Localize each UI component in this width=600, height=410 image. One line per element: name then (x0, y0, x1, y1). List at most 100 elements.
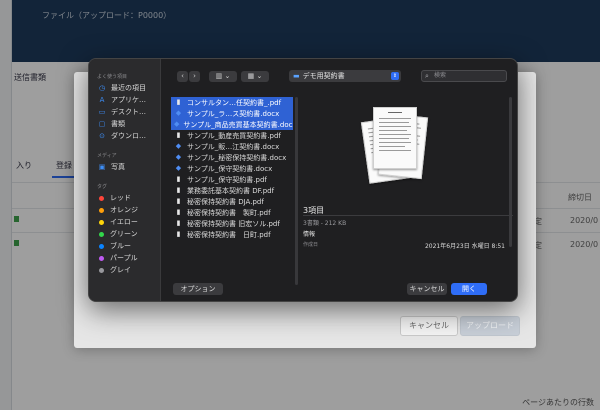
file-name: 秘密保持契約書 DJA.pdf (187, 197, 264, 206)
folder-icon: ▬ (293, 72, 300, 80)
pdf-document-icon: ▮ (176, 186, 181, 194)
back-button[interactable]: ‹ (177, 71, 188, 82)
search-input[interactable]: ⌕ 検索 (421, 70, 507, 82)
tag-dot-icon (99, 255, 104, 261)
file-name: 秘密保持契約書 旧宏ソル.pdf (187, 219, 280, 228)
sidebar-item-label: グリーン (110, 230, 138, 238)
sidebar-item-label: デスクト… (111, 108, 146, 116)
sidebar-item[interactable]: ▣ 写真 (89, 161, 160, 173)
download-icon: ⊙ (99, 132, 105, 140)
sidebar-item-label: 最近の項目 (111, 84, 146, 92)
file-name: サンプル_商品売買基本契約書.docx (183, 120, 293, 129)
created-value: 2021年6月23日 水曜日 8:51 (424, 243, 505, 250)
word-document-icon: ◆ (174, 120, 180, 128)
sidebar-item[interactable]: ◷ 最近の項目 (89, 82, 160, 94)
file-row[interactable]: ▮ サンプル_動産売買契約書.pdf (171, 130, 293, 141)
dialog-cancel-button[interactable]: キャンセル (407, 283, 447, 295)
sidebar-heading-favorites: よく使う項目 (97, 74, 128, 80)
group-mode-button[interactable]: ▦ ⌄ (241, 71, 269, 82)
sidebar-item-label: オレンジ (110, 206, 138, 214)
word-document-icon: ◆ (175, 153, 182, 161)
word-document-icon: ◆ (175, 164, 182, 172)
sidebar-item[interactable]: パープル (89, 252, 160, 264)
upload-cancel-button[interactable]: キャンセル (400, 316, 458, 336)
file-row[interactable]: ▮ 秘密保持契約書 日町.pdf (171, 229, 293, 240)
sidebar-item-label: ブルー (110, 242, 131, 250)
desktop-icon: ▭ (98, 108, 106, 116)
file-name: サンプル_ラ…ス契約書.docx (187, 109, 280, 118)
pdf-document-icon: ▮ (176, 197, 181, 205)
dialog-toolbar: ‹ › ▥ ⌄ ▦ ⌄ ▬ デモ用契約書 ⇕ ⌕ 検索 (161, 59, 517, 91)
preview-pane: 3項目 3書類 - 212 KB 情報 作成日 2021年6月23日 水曜日 8… (303, 97, 513, 287)
sidebar-item[interactable]: ブルー (89, 240, 160, 252)
doc-sheet (373, 107, 417, 169)
sidebar-item[interactable]: ⊙ ダウンロ… (89, 130, 160, 142)
tag-dot-icon (99, 207, 104, 213)
file-row[interactable]: ▮ サンプル_保守契約書.pdf (171, 174, 293, 185)
sidebar-item[interactable]: オレンジ (89, 204, 160, 216)
file-name: 業務委託基本契約書 DF.pdf (187, 186, 275, 195)
file-row[interactable]: ◆ サンプル_秘密保持契約書.docx (171, 152, 293, 163)
file-row[interactable]: ◆ サンプル_販…江契約書.docx (171, 141, 293, 152)
sidebar-item[interactable]: ▢ 書類 (89, 118, 160, 130)
sidebar-item[interactable]: グリーン (89, 228, 160, 240)
file-name: 秘密保持契約書 製町.pdf (187, 208, 271, 217)
pdf-document-icon: ▮ (176, 230, 181, 238)
sidebar-heading-media: メディア (97, 153, 117, 159)
sidebar-heading-tags: タグ (97, 184, 108, 190)
open-button[interactable]: 開く (451, 283, 487, 295)
file-row[interactable]: ◆ サンプル_商品売買基本契約書.docx (171, 119, 293, 130)
sidebar-item[interactable]: レッド (89, 192, 160, 204)
favorites-list: ◷ 最近の項目 A アプリケ… ▭ デスクト… ▢ 書類 ⊙ ダウンロ… (89, 82, 160, 142)
file-row[interactable]: ▮ 秘密保持契約書 製町.pdf (171, 207, 293, 218)
sidebar-item-label: 書類 (111, 120, 125, 128)
tag-dot-icon (99, 219, 104, 225)
pdf-document-icon: ▮ (176, 175, 181, 183)
file-row[interactable]: ▮ 業務委託基本契約書 DF.pdf (171, 185, 293, 196)
created-label: 作成日 (303, 242, 319, 248)
file-name: コンサルタン…任契約書_.pdf (187, 98, 282, 107)
word-document-icon: ◆ (175, 142, 182, 150)
pdf-document-icon: ▮ (176, 219, 181, 227)
tag-dot-icon (99, 231, 104, 237)
tags-list: レッドオレンジイエローグリーンブルーパープルグレイ (89, 192, 160, 276)
search-icon: ⌕ (425, 72, 429, 80)
dialog-sidebar: よく使う項目 ◷ 最近の項目 A アプリケ… ▭ デスクト… ▢ 書類 ⊙ ダウンロ… メディア … (89, 59, 161, 301)
sidebar-item-label: パープル (110, 254, 138, 262)
document-icon: ▢ (98, 120, 106, 128)
file-row[interactable]: ◆ サンプル_ラ…ス契約書.docx (171, 108, 293, 119)
file-row[interactable]: ◆ サンプル_保守契約書.docx (171, 163, 293, 174)
location-select[interactable]: ▬ デモ用契約書 ⇕ (289, 70, 401, 82)
sidebar-item[interactable]: イエロー (89, 216, 160, 228)
sidebar-item[interactable]: グレイ (89, 264, 160, 276)
options-button[interactable]: オプション (173, 283, 223, 295)
file-row[interactable]: ▮ 秘密保持契約書 DJA.pdf (171, 196, 293, 207)
preview-info-heading: 情報 (303, 231, 316, 238)
view-mode-button[interactable]: ▥ ⌄ (209, 71, 237, 82)
upload-button[interactable]: アップロード (460, 316, 520, 336)
tag-dot-icon (99, 267, 104, 273)
file-list: ▮ コンサルタン…任契約書_.pdf ◆ サンプル_ラ…ス契約書.docx ◆ サンプル_… (171, 97, 293, 283)
updown-arrows-icon: ⇕ (391, 72, 399, 80)
word-document-icon: ◆ (175, 109, 182, 117)
sidebar-item-label: アプリケ… (111, 96, 146, 104)
pdf-document-icon: ▮ (176, 208, 181, 216)
forward-button[interactable]: › (189, 71, 200, 82)
document-preview-icon (360, 105, 429, 191)
sidebar-item[interactable]: A アプリケ… (89, 94, 160, 106)
file-name: サンプル_保守契約書.docx (187, 164, 273, 173)
file-name: サンプル_販…江契約書.docx (187, 142, 280, 151)
file-open-dialog: よく使う項目 ◷ 最近の項目 A アプリケ… ▭ デスクト… ▢ 書類 ⊙ ダウンロ… メディア … (88, 58, 518, 302)
preview-scrollbar[interactable] (509, 97, 512, 247)
file-name: サンプル_保守契約書.pdf (187, 175, 267, 184)
search-placeholder: 検索 (434, 72, 447, 79)
sidebar-item-label: イエロー (110, 218, 138, 226)
divider (303, 215, 513, 216)
sidebar-item-label: ダウンロ… (111, 132, 146, 140)
file-list-scrollbar[interactable] (295, 97, 298, 285)
file-name: 秘密保持契約書 日町.pdf (187, 230, 271, 239)
pdf-document-icon: ▮ (176, 98, 181, 106)
file-row[interactable]: ▮ 秘密保持契約書 旧宏ソル.pdf (171, 218, 293, 229)
sidebar-item[interactable]: ▭ デスクト… (89, 106, 160, 118)
file-row[interactable]: ▮ コンサルタン…任契約書_.pdf (171, 97, 293, 108)
